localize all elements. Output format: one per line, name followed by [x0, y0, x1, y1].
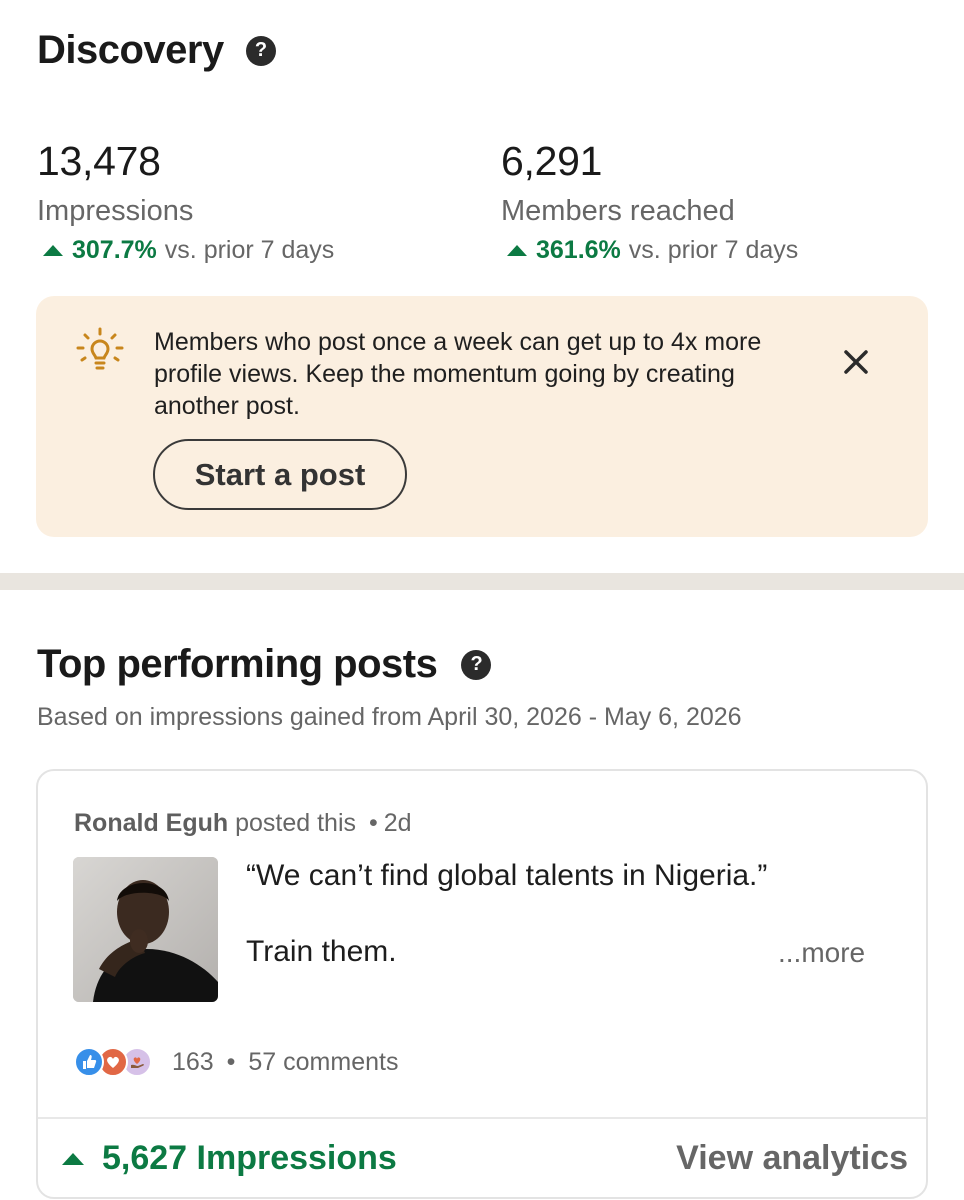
post-author[interactable]: Ronald Eguh: [74, 809, 228, 837]
members-reached-change-pct: 361.6%: [536, 236, 621, 264]
members-reached-label: Members reached: [501, 195, 735, 227]
post-text-line-1: “We can’t find global talents in Nigeria…: [246, 859, 768, 892]
like-icon: [74, 1047, 104, 1077]
post-reactions[interactable]: 163 • 57 comments: [74, 1047, 398, 1077]
reaction-count[interactable]: 163: [172, 1048, 214, 1076]
impressions-label: Impressions: [37, 195, 194, 227]
post-impressions-count: 5,627 Impressions: [102, 1139, 397, 1177]
reaction-counts: 163 • 57 comments: [172, 1048, 398, 1077]
close-icon[interactable]: [836, 342, 876, 382]
members-reached-stat: 6,291 Members reached 361.6% vs. prior 7…: [501, 138, 798, 265]
members-reached-value: 6,291: [501, 138, 603, 184]
start-a-post-button[interactable]: Start a post: [153, 439, 407, 510]
reaction-icons: [74, 1047, 158, 1077]
impressions-stat: 13,478 Impressions 307.7% vs. prior 7 da…: [37, 138, 334, 265]
posting-tip-card: Members who post once a week can get up …: [36, 296, 928, 537]
up-arrow-icon: [43, 245, 63, 256]
question-circle-icon[interactable]: ?: [245, 35, 276, 66]
impressions-value: 13,478: [37, 138, 161, 184]
post-age: 2d: [383, 809, 412, 837]
members-reached-change: 361.6% vs. prior 7 days: [501, 236, 798, 265]
reaction-separator: •: [226, 1047, 236, 1076]
post-thumbnail[interactable]: [73, 857, 218, 1002]
members-reached-change-suffix: vs. prior 7 days: [628, 236, 799, 264]
discovery-title: Discovery ?: [37, 28, 276, 73]
up-arrow-icon: [507, 245, 527, 256]
impressions-change-pct: 307.7%: [72, 236, 157, 264]
post-header: Ronald Eguh posted this • 2d: [74, 809, 412, 838]
see-more-link[interactable]: ...more: [778, 937, 865, 969]
discovery-title-text: Discovery: [37, 28, 224, 72]
tip-message: Members who post once a week can get up …: [154, 328, 762, 420]
question-circle-icon[interactable]: ?: [461, 649, 492, 680]
card-divider: [38, 1117, 926, 1119]
post-impressions: 5,627 Impressions: [62, 1139, 397, 1178]
post-separator: •: [368, 809, 378, 837]
lightbulb-icon: [74, 326, 126, 374]
post-text-line-2: Train them.: [246, 935, 397, 968]
top-posts-title: Top performing posts ?: [37, 642, 492, 687]
section-divider: [0, 573, 964, 590]
top-posts-title-text: Top performing posts: [37, 642, 438, 686]
top-posts-date-range: Based on impressions gained from April 3…: [37, 703, 742, 731]
up-arrow-icon: [62, 1152, 84, 1165]
impressions-change-suffix: vs. prior 7 days: [164, 236, 335, 264]
post-action: posted this: [235, 809, 357, 837]
comment-count[interactable]: 57 comments: [248, 1048, 398, 1076]
top-post-card[interactable]: Ronald Eguh posted this • 2d “We can’t fi…: [36, 769, 928, 1199]
impressions-change: 307.7% vs. prior 7 days: [37, 236, 334, 265]
view-analytics-button[interactable]: View analytics: [676, 1139, 908, 1178]
